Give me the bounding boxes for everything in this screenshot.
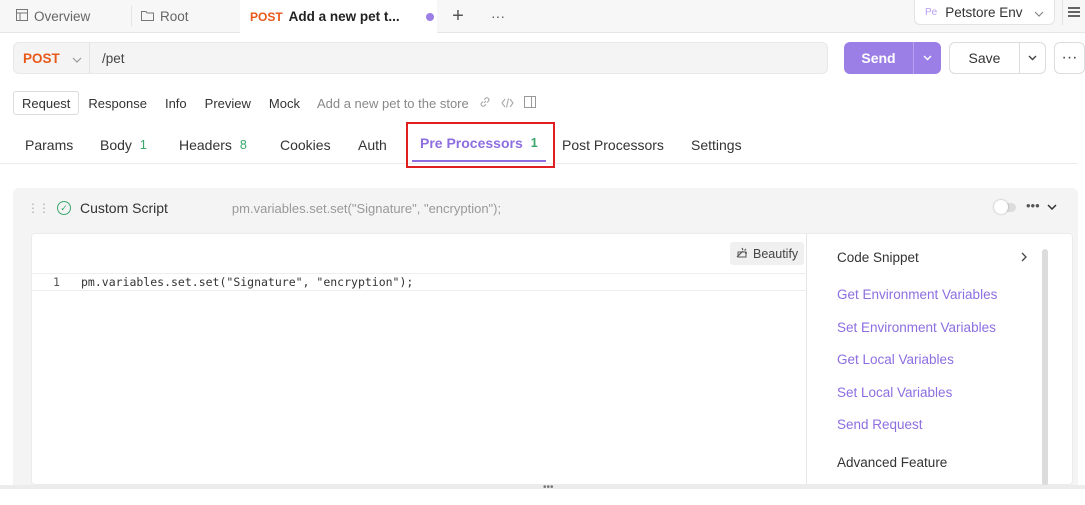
tab-count: 8 [239,138,247,152]
resize-grip-icon[interactable]: ••• [543,482,554,493]
more-actions-button[interactable]: ··· [1054,42,1085,74]
script-header[interactable]: ⋮⋮ ✓ Custom Script pm.variables.set.set(… [13,188,1078,228]
snippet-get-env-vars[interactable]: Get Environment Variables [837,287,997,302]
tab-auth[interactable]: Auth [358,126,387,164]
send-options-button[interactable] [913,42,941,74]
save-button[interactable]: Save [950,43,1019,73]
tab-headers[interactable]: Headers 8 [179,126,247,164]
panel-icon[interactable] [523,95,536,111]
mode-preview[interactable]: Preview [196,91,260,115]
beautify-button[interactable]: Beautify [730,242,805,265]
script-enable-toggle[interactable] [994,200,1016,214]
tab-label: Params [25,137,74,153]
code-snippets-panel: Code Snippet Get Environment Variables S… [837,234,1074,486]
url-bar: POST /pet [13,42,828,74]
mode-request[interactable]: Request [13,91,80,115]
tab-more-button[interactable]: ··· [487,0,509,32]
mode-response[interactable]: Response [79,91,156,115]
layout-icon [16,8,28,24]
beautify-label: Beautify [753,246,799,261]
send-button-group: Send [844,42,941,74]
chevron-down-icon [1034,5,1044,20]
script-body: Beautify 1 pm.variables.set.set("Signatu… [13,228,1078,486]
code-text: pm.variables.set.set("Signature", "encry… [81,275,414,289]
code-editor[interactable]: Beautify 1 pm.variables.set.set("Signatu… [32,234,807,486]
tab-count: 1 [139,138,147,152]
link-icon[interactable] [479,96,491,111]
script-more-button[interactable]: ••• [1026,198,1040,213]
env-badge: Pe [925,6,938,18]
script-editor-panel: Beautify 1 pm.variables.set.set("Signatu… [31,233,1074,486]
method-badge: POST [250,9,283,24]
hamburger-menu-button[interactable] [1062,0,1085,25]
snippet-set-env-vars[interactable]: Set Environment Variables [837,320,996,335]
chevron-right-icon [1021,250,1027,265]
code-icon[interactable] [501,96,514,111]
snippet-send-request[interactable]: Send Request [837,417,923,432]
add-tab-button[interactable]: + [448,0,468,32]
tab-cookies[interactable]: Cookies [280,126,331,164]
check-circle-icon: ✓ [57,201,71,215]
script-title: Custom Script [80,200,168,216]
tab-overview[interactable]: Overview [16,0,90,32]
collapse-chevron-icon[interactable] [1047,199,1057,213]
magic-wand-icon [736,247,748,261]
chevron-down-icon [1028,52,1037,64]
tab-label: Auth [358,137,387,153]
tab-label: Body [100,137,132,153]
unsaved-dot-icon [425,12,434,21]
folder-icon [141,9,154,24]
save-button-group: Save [949,42,1046,74]
request-description: Add a new pet to the store [316,95,469,111]
tab-post-processors[interactable]: Post Processors [562,126,664,164]
highlight-annotation [406,122,555,168]
tab-label: Add a new pet t... [288,9,400,24]
mode-info[interactable]: Info [156,91,196,115]
chevron-down-icon [923,52,932,64]
snippets-scrollbar[interactable] [1042,249,1048,486]
method-label: POST [23,50,60,66]
code-snippet-header[interactable]: Code Snippet [837,250,1027,265]
tab-root[interactable]: Root [141,0,189,32]
mode-switcher: Request Response Info Preview Mock Add a… [13,91,536,115]
send-button[interactable]: Send [844,42,913,74]
tab-label: Headers [179,137,232,153]
url-input[interactable]: /pet [90,51,125,66]
tab-bar: Overview Root POST Add a new pet t... + … [0,0,1085,33]
tab-label: Overview [34,8,91,24]
environment-select[interactable]: Pe Petstore Env [914,0,1055,25]
env-label: Petstore Env [945,4,1023,20]
snippet-header-label: Code Snippet [837,250,919,265]
snippet-advanced-feature[interactable]: Advanced Feature [837,455,947,470]
tab-add-pet[interactable]: POST Add a new pet t... [240,0,437,33]
snippet-set-local-vars[interactable]: Set Local Variables [837,385,952,400]
mode-mock[interactable]: Mock [260,91,309,115]
code-line[interactable]: 1 pm.variables.set.set("Signature", "enc… [32,273,807,291]
chevron-down-icon [72,51,82,66]
save-options-button[interactable] [1019,43,1045,73]
tab-label: Settings [691,137,742,153]
method-select[interactable]: POST [14,43,90,73]
drag-handle-icon[interactable]: ⋮⋮ [27,201,50,215]
tab-label: Cookies [280,137,331,153]
tab-label: Post Processors [562,137,664,153]
tab-params[interactable]: Params [25,126,73,164]
tab-label: Root [160,8,189,24]
menu-icon [1068,5,1080,20]
script-preview: pm.variables.set.set("Signature", "encry… [231,200,502,216]
snippet-get-local-vars[interactable]: Get Local Variables [837,352,954,367]
line-number: 1 [53,275,60,289]
tab-body[interactable]: Body 1 [100,126,147,164]
tab-settings[interactable]: Settings [691,126,742,164]
